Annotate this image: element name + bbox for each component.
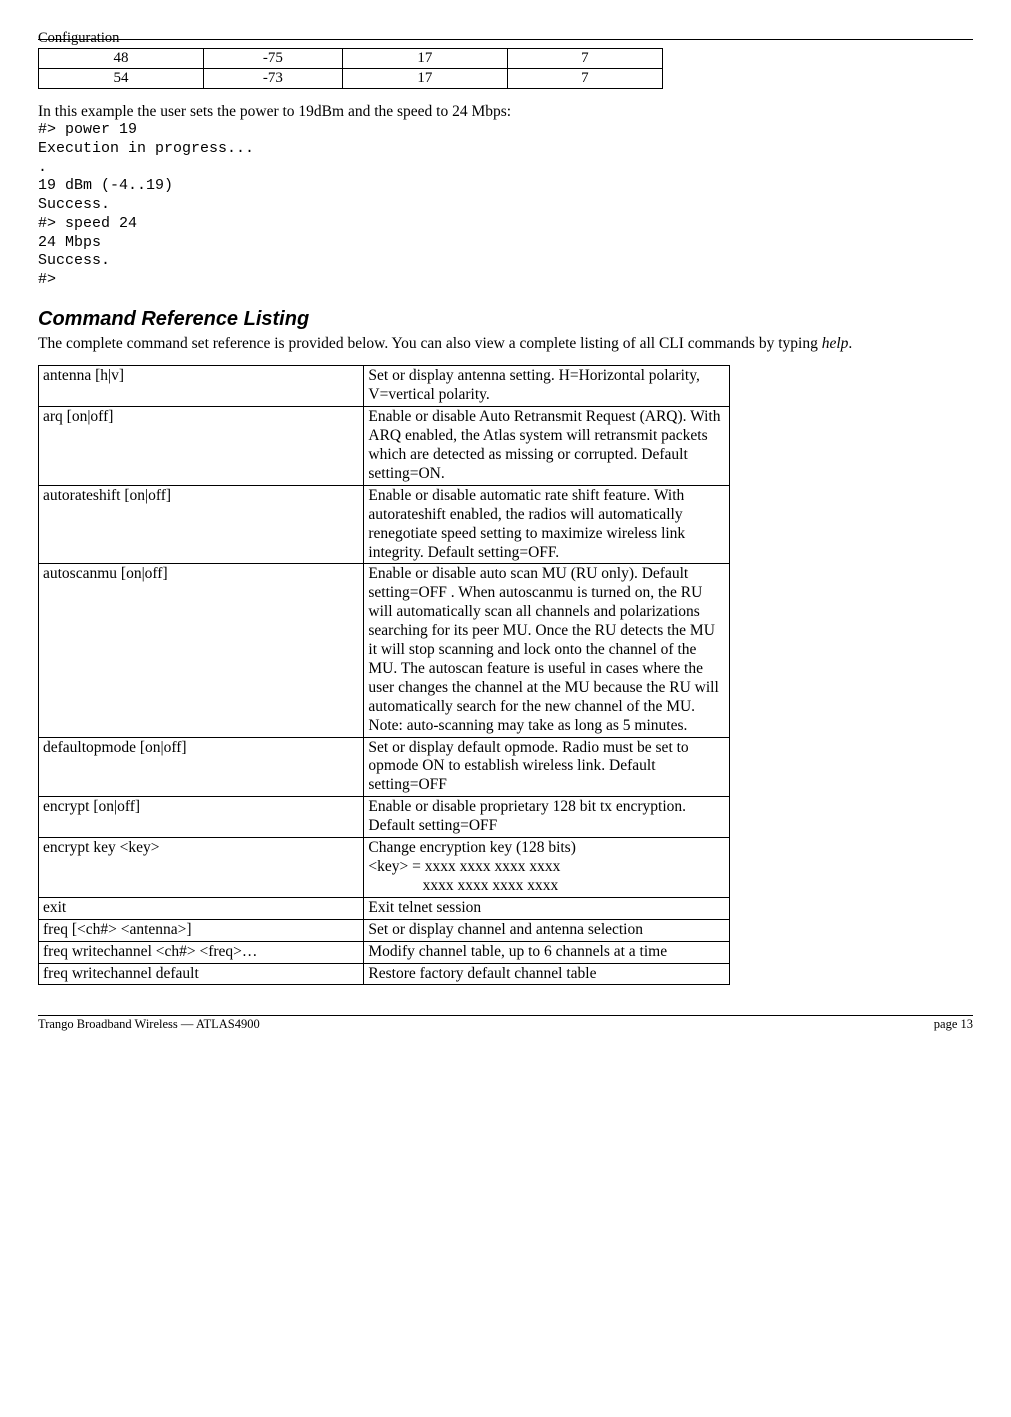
command-desc: Enable or disable Auto Retransmit Reques…: [364, 407, 730, 486]
command-name: freq writechannel default: [39, 963, 364, 985]
example-code: #> power 19 Execution in progress... . 1…: [38, 121, 973, 290]
command-desc: Enable or disable automatic rate shift f…: [364, 485, 730, 564]
command-desc: Enable or disable proprietary 128 bit tx…: [364, 797, 730, 838]
example-intro: In this example the user sets the power …: [38, 103, 973, 121]
footer: Trango Broadband Wireless — ATLAS4900 pa…: [38, 1015, 973, 1032]
command-desc: Set or display channel and antenna selec…: [364, 919, 730, 941]
table-row: autorateshift [on|off]Enable or disable …: [39, 485, 730, 564]
table-row: defaultopmode [on|off]Set or display def…: [39, 737, 730, 797]
desc-help: help: [822, 335, 849, 352]
cell: 17: [342, 69, 507, 89]
command-desc: Modify channel table, up to 6 channels a…: [364, 941, 730, 963]
table-row: encrypt [on|off]Enable or disable propri…: [39, 797, 730, 838]
table-row: 54 -73 17 7: [39, 69, 663, 89]
command-desc: Restore factory default channel table: [364, 963, 730, 985]
command-name: freq writechannel <ch#> <freq>…: [39, 941, 364, 963]
desc-pre: The complete command set reference is pr…: [38, 335, 822, 352]
table-row: antenna [h|v]Set or display antenna sett…: [39, 366, 730, 407]
cell: 48: [39, 49, 204, 69]
command-desc: Set or display default opmode. Radio mus…: [364, 737, 730, 797]
cell: -75: [203, 49, 342, 69]
table-row: freq [<ch#> <antenna>]Set or display cha…: [39, 919, 730, 941]
section-title: Command Reference Listing: [38, 308, 973, 331]
table-row: exitExit telnet session: [39, 897, 730, 919]
table-row: encrypt key <key>Change encryption key (…: [39, 838, 730, 898]
command-name: arq [on|off]: [39, 407, 364, 486]
header-rule: [38, 39, 973, 40]
table-row: arq [on|off]Enable or disable Auto Retra…: [39, 407, 730, 486]
command-reference-table: antenna [h|v]Set or display antenna sett…: [38, 365, 730, 985]
command-name: encrypt [on|off]: [39, 797, 364, 838]
cell: 7: [507, 69, 662, 89]
table-row: 48 -75 17 7: [39, 49, 663, 69]
command-name: autorateshift [on|off]: [39, 485, 364, 564]
desc-post: .: [848, 335, 852, 352]
command-name: autoscanmu [on|off]: [39, 564, 364, 737]
cell: -73: [203, 69, 342, 89]
command-name: antenna [h|v]: [39, 366, 364, 407]
command-desc: Exit telnet session: [364, 897, 730, 919]
table-row: autoscanmu [on|off]Enable or disable aut…: [39, 564, 730, 737]
command-desc: Set or display antenna setting. H=Horizo…: [364, 366, 730, 407]
command-name: defaultopmode [on|off]: [39, 737, 364, 797]
table-row: freq writechannel defaultRestore factory…: [39, 963, 730, 985]
command-name: encrypt key <key>: [39, 838, 364, 898]
command-desc: Enable or disable auto scan MU (RU only)…: [364, 564, 730, 737]
table-row: freq writechannel <ch#> <freq>…Modify ch…: [39, 941, 730, 963]
footer-right: page 13: [934, 1017, 973, 1032]
command-desc: Change encryption key (128 bits) <key> =…: [364, 838, 730, 898]
command-name: freq [<ch#> <antenna>]: [39, 919, 364, 941]
power-table: 48 -75 17 7 54 -73 17 7: [38, 48, 663, 89]
section-description: The complete command set reference is pr…: [38, 335, 973, 354]
command-name: exit: [39, 897, 364, 919]
footer-left: Trango Broadband Wireless — ATLAS4900: [38, 1017, 260, 1032]
cell: 54: [39, 69, 204, 89]
cell: 7: [507, 49, 662, 69]
cell: 17: [342, 49, 507, 69]
